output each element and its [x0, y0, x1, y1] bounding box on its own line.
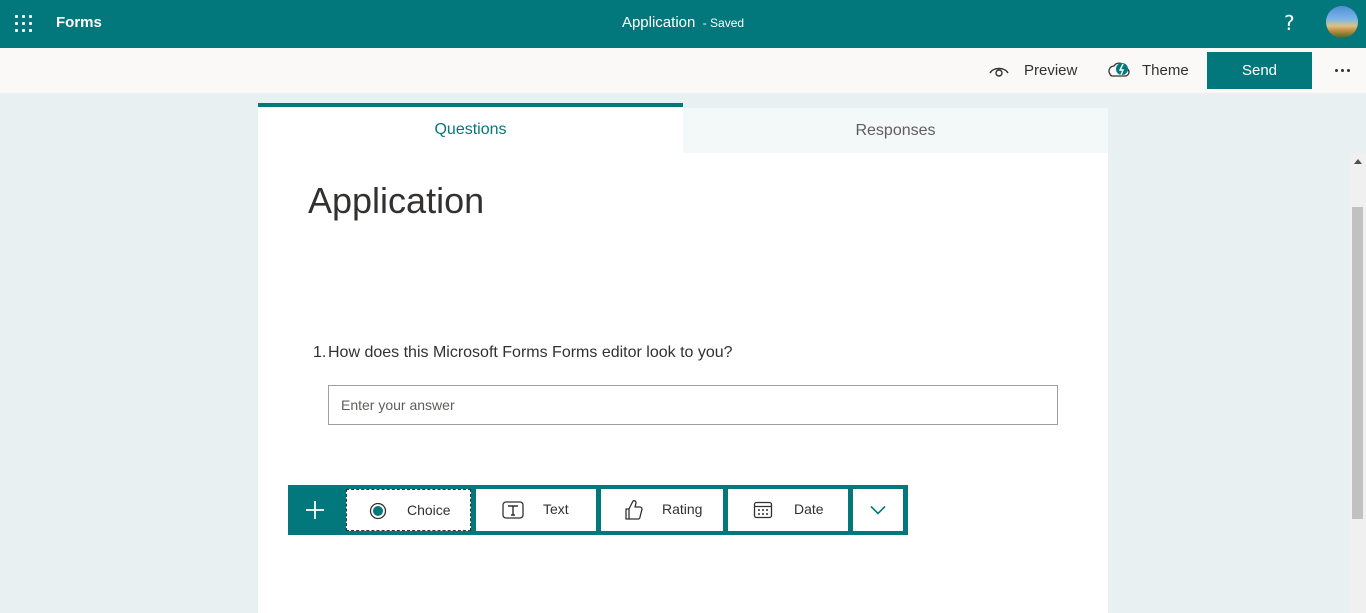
preview-label: Preview: [1024, 62, 1078, 79]
chevron-down-icon: [870, 505, 886, 515]
eye-icon: [989, 67, 1009, 77]
send-button[interactable]: Send: [1207, 52, 1312, 89]
add-text-button[interactable]: Text: [476, 489, 596, 531]
add-choice-button[interactable]: Choice: [346, 489, 471, 531]
tab-responses[interactable]: Responses: [683, 108, 1108, 153]
radio-icon: [367, 500, 389, 522]
document-title-text: Application: [621, 14, 696, 31]
text-label: Text: [543, 501, 569, 517]
add-question-button[interactable]: [288, 485, 342, 535]
tab-bar: Questions Responses: [258, 103, 1108, 153]
calendar-icon: [752, 499, 774, 521]
add-rating-button[interactable]: Rating: [601, 489, 723, 531]
form-card: Application 1. How does this Microsoft F…: [258, 153, 1108, 613]
question-text[interactable]: How does this Microsoft Forms Forms edit…: [328, 343, 733, 363]
preview-button[interactable]: Preview: [988, 48, 1077, 93]
scroll-up-arrow[interactable]: [1349, 153, 1366, 170]
more-options-icon[interactable]: [1330, 48, 1354, 93]
app-bar: Forms Application - Saved ?: [0, 0, 1366, 48]
choice-label: Choice: [407, 502, 451, 518]
theme-button[interactable]: Theme: [1106, 48, 1189, 93]
tab-questions[interactable]: Questions: [258, 103, 683, 153]
plus-icon: [306, 501, 324, 519]
text-icon: [502, 499, 524, 521]
document-title: Application - Saved: [621, 14, 745, 31]
date-label: Date: [794, 501, 824, 517]
theme-icon: [1108, 62, 1130, 77]
add-question-toolbar: Choice Text Rating Date: [288, 485, 908, 535]
more-question-types-button[interactable]: [853, 489, 903, 531]
add-date-button[interactable]: Date: [728, 489, 848, 531]
form-title[interactable]: Application: [308, 179, 484, 223]
avatar[interactable]: [1326, 6, 1358, 38]
thumbs-up-icon: [622, 499, 644, 521]
save-status: Saved: [710, 16, 745, 30]
scrollbar-thumb[interactable]: [1352, 207, 1363, 519]
rating-label: Rating: [662, 501, 703, 517]
question-number: 1.: [313, 344, 327, 361]
help-icon[interactable]: ?: [1284, 11, 1295, 35]
theme-label: Theme: [1142, 62, 1189, 79]
answer-input[interactable]: [328, 385, 1058, 425]
